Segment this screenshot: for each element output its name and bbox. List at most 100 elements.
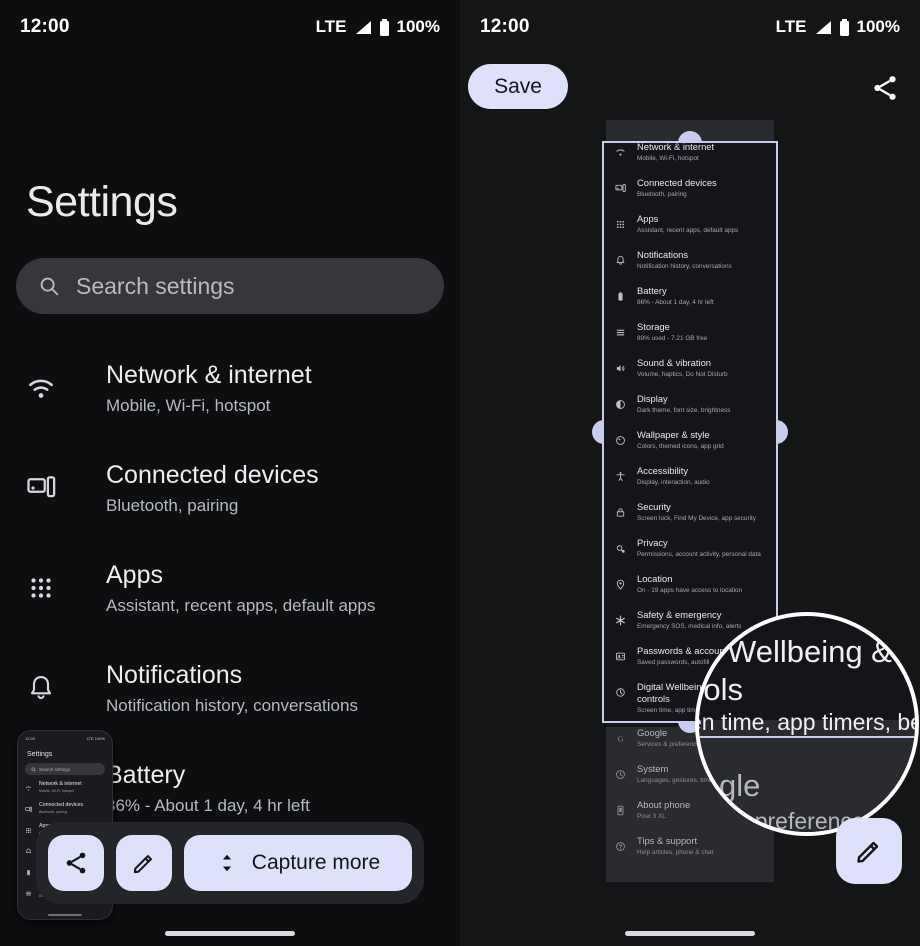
- magnifier-line-2: rols: [695, 672, 743, 707]
- screenshot-item-sub: Bluetooth, pairing: [637, 190, 687, 198]
- battery-percent-label: 100%: [396, 17, 440, 36]
- screenshot-item-label: Google: [637, 727, 668, 738]
- wifi-icon: [25, 785, 32, 792]
- help-icon: [615, 841, 626, 852]
- apps-grid-icon: [25, 827, 32, 834]
- screenshot-item-sub: Screen lock, Find My Device, app securit…: [637, 514, 756, 522]
- network-type-label: LTE: [315, 17, 347, 36]
- crop-handle-right[interactable]: [776, 420, 788, 444]
- screenshot-top-gap: [606, 120, 774, 141]
- thumbnail-item-label: Network & internet: [39, 781, 82, 788]
- edit-button[interactable]: [116, 835, 172, 891]
- svg-text:G: G: [618, 734, 624, 743]
- status-bar-right: 12:00 LTE 100%: [460, 0, 920, 54]
- magnifier-line-3: en time, app timers, bedtim: [699, 709, 915, 735]
- settings-row-label: Notifications: [106, 661, 243, 689]
- screenshot-item-label: Apps: [637, 213, 659, 224]
- location-pin-icon: [615, 579, 626, 590]
- gesture-nav-bar: [625, 931, 755, 936]
- search-settings-field[interactable]: Search settings: [16, 258, 444, 314]
- thumbnail-status-bar: 12:00 LTE 100%: [18, 731, 112, 741]
- battery-full-icon: [839, 18, 849, 36]
- settings-row-notifications[interactable]: Notifications Notification history, conv…: [0, 638, 460, 738]
- settings-row-network[interactable]: Network & internet Mobile, Wi-Fi, hotspo…: [0, 338, 460, 438]
- expand-vertical-icon: [222, 854, 231, 872]
- battery-icon: [25, 869, 32, 876]
- magnifier-content: Wellbeing & rols en time, app timers, be…: [699, 616, 915, 832]
- cast-icon: [615, 183, 626, 194]
- capture-more-label: Capture more: [251, 851, 381, 874]
- crop-handle-left[interactable]: [592, 420, 604, 444]
- storage-icon: [25, 890, 32, 897]
- screenshot-item-sub: On - 19 apps have access to location: [637, 586, 743, 594]
- screenshot-item-sub: Notification history, conversations: [637, 262, 732, 270]
- status-bar-left: 12:00 LTE 100%: [0, 0, 460, 54]
- screenshot-list-item: Security Screen lock, Find My Device, app…: [606, 501, 774, 537]
- screenshot-item-label: Battery: [637, 285, 667, 296]
- thumbnail-title: Settings: [27, 751, 53, 758]
- pencil-icon: [857, 841, 879, 863]
- screenshot-list-item: Sound & vibration Volume, haptics, Do Not…: [606, 357, 774, 393]
- status-indicators: LTE 100%: [316, 17, 440, 37]
- screenshot-list-item: Notifications Notification history, conve…: [606, 249, 774, 285]
- thumbnail-search-placeholder: Search settings: [39, 766, 71, 772]
- capture-more-button[interactable]: Capture more: [184, 835, 412, 891]
- screenshot-item-label: Tips & support: [637, 835, 698, 846]
- share-icon[interactable]: [870, 73, 900, 103]
- thumbnail-search-field: Search settings: [25, 763, 105, 775]
- magnifier-line-1: Wellbeing &: [727, 634, 892, 669]
- network-type-label: LTE: [775, 17, 807, 36]
- signal-bars-icon: [355, 20, 371, 34]
- thumbnail-nav-bar: [48, 914, 82, 916]
- status-time: 12:00: [480, 16, 530, 37]
- settings-row-sub: Mobile, Wi-Fi, hotspot: [106, 396, 271, 415]
- right-panel-capture-more-editor: 12:00 LTE 100% Save Network & internet M…: [460, 0, 920, 946]
- settings-row-connected-devices[interactable]: Connected devices Bluetooth, pairing: [0, 438, 460, 538]
- screenshot-item-label: About phone: [637, 799, 691, 810]
- storage-icon: [615, 327, 626, 338]
- wellbeing-icon: [615, 687, 626, 698]
- page-title: Settings: [26, 178, 178, 226]
- apps-grid-icon: [26, 573, 56, 603]
- screenshot-item-sub: Dark theme, font size, brightness: [637, 406, 731, 414]
- settings-row-apps[interactable]: Apps Assistant, recent apps, default app…: [0, 538, 460, 638]
- screenshot-item-sub: Help articles, phone & chat: [637, 848, 714, 856]
- settings-row-label: Battery: [106, 761, 186, 789]
- share-icon: [66, 852, 86, 874]
- screenshot-item-label: Display: [637, 393, 668, 404]
- screenshot-item-sub: Volume, haptics, Do Not Disturb: [637, 370, 728, 378]
- bell-icon: [615, 255, 626, 266]
- screenshot-list-item: Apps Assistant, recent apps, default apps: [606, 213, 774, 249]
- save-button[interactable]: Save: [468, 64, 568, 109]
- lock-icon: [615, 507, 626, 518]
- settings-row-sub: Notification history, conversations: [106, 696, 358, 715]
- screenshot-item-sub: 86% - About 1 day, 4 hr left: [637, 298, 714, 306]
- share-button[interactable]: [48, 835, 104, 891]
- settings-row-sub: Assistant, recent apps, default apps: [106, 596, 376, 615]
- screenshot-item-sub: Pixel 3 XL: [637, 812, 666, 820]
- screenshot-list-item: Location On - 19 apps have access to loca…: [606, 573, 774, 609]
- search-icon: [40, 277, 59, 296]
- thumbnail-list-item: Network & internet Mobile, Wi-Fi, hotspo…: [18, 775, 112, 796]
- battery-icon: [615, 291, 626, 302]
- screenshot-item-sub: Display, interaction, audio: [637, 478, 710, 486]
- status-time: 12:00: [20, 16, 70, 37]
- battery-full-icon: [379, 18, 389, 36]
- status-indicators: LTE 100%: [776, 17, 900, 37]
- battery-percent-label: 100%: [856, 17, 900, 36]
- magnifier-loupe: Wellbeing & rols en time, app timers, be…: [695, 612, 919, 836]
- left-panel-settings-screenshot: 12:00 LTE 100% Settings Search settings: [0, 0, 460, 946]
- screenshot-item-sub: Colors, themed icons, app grid: [637, 442, 724, 450]
- screenshot-item-sub: Services & preferences: [637, 740, 704, 748]
- thumbnail-list-item: Connected devices Bluetooth, pairing: [18, 796, 112, 817]
- screenshot-item-label: Storage: [637, 321, 670, 332]
- save-label: Save: [494, 74, 542, 98]
- thumbnail-item-label: Connected devices: [39, 802, 84, 809]
- screenshot-item-label: Location: [637, 573, 673, 584]
- search-placeholder: Search settings: [76, 272, 235, 299]
- screenshot-item-sub: Permissions, account activity, personal …: [637, 550, 761, 558]
- screenshot-list-item: Display Dark theme, font size, brightness: [606, 393, 774, 429]
- accessibility-icon: [615, 471, 626, 482]
- edit-fab-button[interactable]: [836, 818, 902, 884]
- bell-icon: [25, 848, 32, 855]
